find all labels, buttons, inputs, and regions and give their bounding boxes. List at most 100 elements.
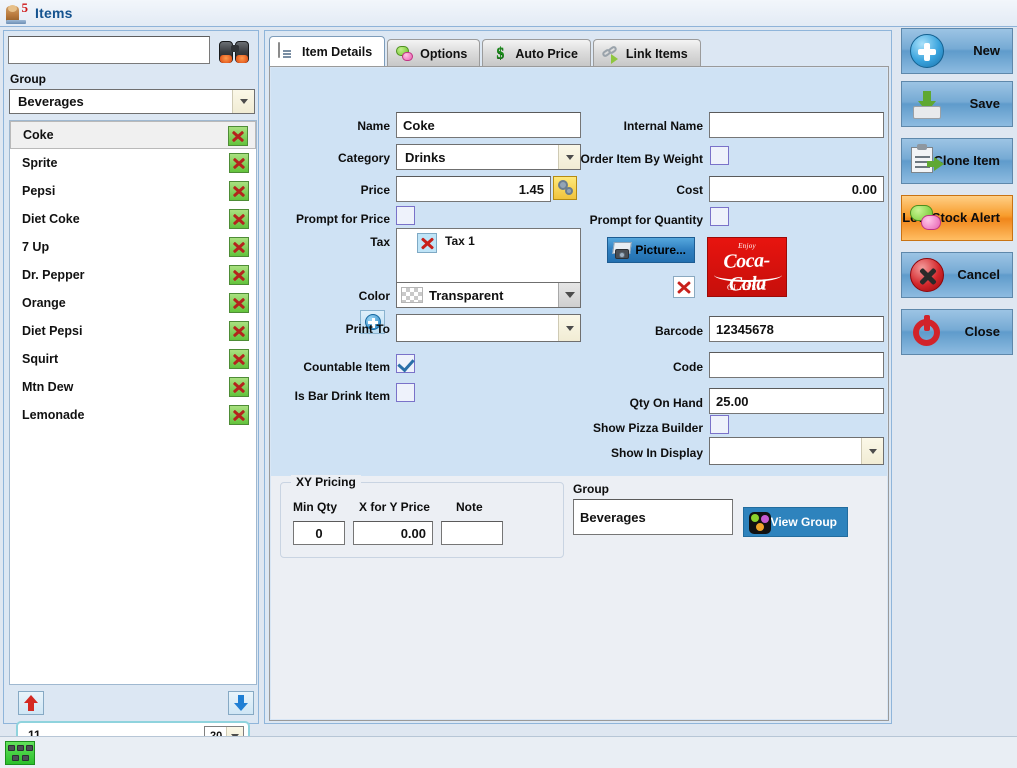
delete-item-icon[interactable] — [229, 321, 249, 341]
new-button[interactable]: New — [901, 28, 1013, 74]
red-x-icon[interactable] — [417, 233, 437, 253]
barcode-field[interactable]: 12345678 — [709, 316, 884, 342]
save-disk-icon — [910, 87, 944, 121]
clone-item-button[interactable]: Clone Item — [901, 138, 1013, 184]
price-field[interactable]: 1.45 — [396, 176, 551, 202]
min-qty-value: 0 — [315, 525, 323, 541]
list-item-label: Sprite — [22, 156, 58, 170]
color-label: Color — [358, 289, 390, 303]
item-list[interactable]: Coke Sprite Pepsi Diet Coke 7 Up Dr. Pepper Or… — [9, 120, 257, 685]
show-pizza-builder-checkbox[interactable] — [710, 415, 729, 434]
qty-on-hand-field[interactable]: 25.00 — [709, 388, 884, 414]
print-to-label: Print To — [345, 322, 390, 336]
list-item[interactable]: Lemonade — [10, 401, 256, 429]
tab-strip: Item Details Options $ Auto Price Link I… — [269, 36, 703, 67]
tab-auto-price[interactable]: $ Auto Price — [482, 39, 591, 67]
countable-item-label: Countable Item — [303, 360, 390, 374]
delete-item-icon[interactable] — [229, 181, 249, 201]
group-value-field[interactable]: Beverages — [573, 499, 733, 535]
picture-button[interactable]: Picture... — [607, 237, 695, 263]
cancel-button[interactable]: Cancel — [901, 252, 1013, 298]
chevron-down-icon[interactable] — [558, 283, 580, 307]
delete-item-icon[interactable] — [229, 237, 249, 257]
chevron-down-icon[interactable] — [861, 438, 883, 464]
order-item-by-weight-checkbox[interactable] — [710, 146, 729, 165]
cost-field[interactable]: 0.00 — [709, 176, 884, 202]
list-item[interactable]: Sprite — [10, 149, 256, 177]
min-qty-field[interactable]: 0 — [293, 521, 345, 545]
close-button-label: Close — [964, 324, 1000, 339]
save-button[interactable]: Save — [901, 81, 1013, 127]
tab-label: Link Items — [625, 46, 688, 61]
remove-picture-button[interactable] — [673, 276, 695, 298]
countable-item-checkbox[interactable] — [396, 354, 415, 373]
link-icon — [600, 44, 620, 64]
tab-item-details[interactable]: Item Details — [269, 36, 386, 67]
view-group-button[interactable]: View Group — [743, 507, 848, 537]
group-filter-combo[interactable]: Beverages — [9, 89, 255, 114]
prompt-for-price-checkbox[interactable] — [396, 206, 415, 225]
tab-label: Auto Price — [515, 46, 578, 61]
show-in-display-label: Show In Display — [610, 446, 703, 460]
code-label: Code — [673, 360, 703, 374]
new-button-label: New — [973, 43, 1000, 58]
note-field[interactable] — [441, 521, 503, 545]
tax-entry-label: Tax 1 — [445, 234, 475, 248]
name-label: Name — [357, 119, 390, 133]
cost-label: Cost — [676, 183, 703, 197]
search-input[interactable] — [8, 36, 210, 64]
picture-classic-text: CLASSIC — [727, 283, 767, 292]
low-stock-alert-button[interactable]: Low Stock Alert — [901, 195, 1013, 241]
delete-item-icon[interactable] — [228, 126, 248, 146]
palette-dots-icon — [749, 512, 771, 534]
action-buttons: New Save Clone Item Low Stock Alert Canc… — [897, 28, 1015, 368]
x-for-y-price-label: X for Y Price — [359, 500, 430, 514]
chevron-down-icon[interactable] — [232, 90, 254, 113]
delete-item-icon[interactable] — [229, 377, 249, 397]
xy-pricing-group: XY Pricing Min Qty X for Y Price Note 0 … — [280, 475, 564, 558]
x-for-y-price-value: 0.00 — [400, 525, 426, 541]
list-item[interactable]: Diet Pepsi — [10, 317, 256, 345]
list-item-label: Mtn Dew — [22, 380, 74, 394]
barcode-value: 12345678 — [716, 321, 774, 337]
delete-item-icon[interactable] — [229, 153, 249, 173]
scroll-up-button[interactable] — [18, 691, 44, 715]
list-item[interactable]: Dr. Pepper — [10, 261, 256, 289]
tab-options[interactable]: Options — [387, 39, 481, 67]
delete-item-icon[interactable] — [229, 265, 249, 285]
tax-label: Tax — [370, 235, 390, 249]
delete-item-icon[interactable] — [229, 349, 249, 369]
scroll-down-button[interactable] — [228, 691, 254, 715]
list-item[interactable]: Orange — [10, 289, 256, 317]
save-button-label: Save — [969, 96, 1000, 111]
show-in-display-combo[interactable] — [709, 437, 884, 465]
keyboard-icon[interactable] — [5, 741, 35, 765]
name-value: Coke — [403, 117, 435, 133]
delete-item-icon[interactable] — [229, 405, 249, 425]
list-item[interactable]: Coke — [10, 121, 256, 149]
picture-button-label: Picture... — [635, 243, 686, 257]
internal-name-field[interactable] — [709, 112, 884, 138]
delete-item-icon[interactable] — [229, 293, 249, 313]
delete-item-icon[interactable] — [229, 209, 249, 229]
x-for-y-price-field[interactable]: 0.00 — [353, 521, 433, 545]
item-picture[interactable]: Enjoy Coca-Cola CLASSIC — [707, 237, 787, 297]
code-field[interactable] — [709, 352, 884, 378]
list-item-label: Lemonade — [22, 408, 85, 422]
price-label: Price — [360, 183, 390, 197]
title-bar: 5 Items — [0, 0, 1017, 27]
binoculars-icon[interactable] — [218, 38, 252, 65]
color-combo[interactable]: Transparent — [396, 282, 581, 308]
list-item[interactable]: Squirt — [10, 345, 256, 373]
close-button[interactable]: Close — [901, 309, 1013, 355]
is-bar-drink-item-checkbox[interactable] — [396, 383, 415, 402]
tab-link-items[interactable]: Link Items — [592, 39, 701, 67]
low-stock-icon — [910, 201, 944, 235]
arrow-down-icon — [234, 695, 248, 711]
cost-value: 0.00 — [851, 181, 877, 197]
list-item[interactable]: 7 Up — [10, 233, 256, 261]
list-item[interactable]: Diet Coke — [10, 205, 256, 233]
list-item[interactable]: Mtn Dew — [10, 373, 256, 401]
prompt-for-quantity-checkbox[interactable] — [710, 207, 729, 226]
list-item[interactable]: Pepsi — [10, 177, 256, 205]
